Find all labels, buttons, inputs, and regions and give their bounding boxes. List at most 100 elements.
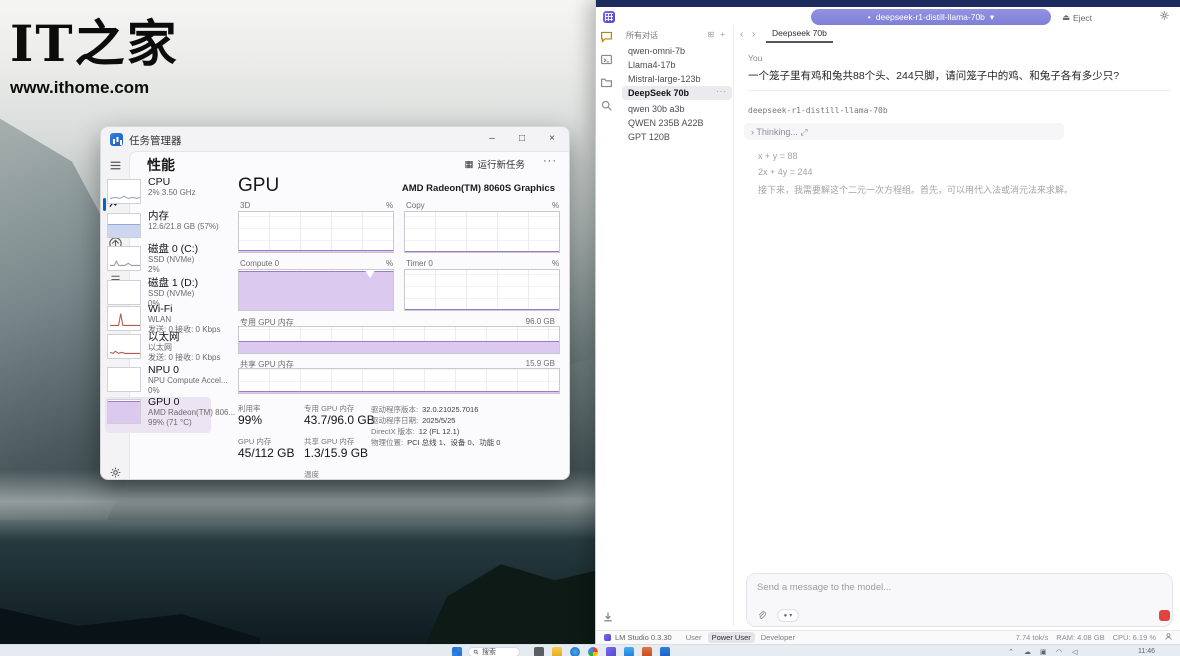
gpu-panel-title: GPU bbox=[238, 175, 279, 197]
ram-usage: RAM: 4.08 GB bbox=[1056, 633, 1104, 642]
app-version: LM Studio 0.3.30 bbox=[615, 633, 672, 642]
chat-item-more-icon[interactable]: ··· bbox=[716, 87, 727, 96]
expand-icon: ⤢ bbox=[800, 127, 807, 137]
mode-developer[interactable]: Developer bbox=[757, 632, 799, 643]
start-button[interactable] bbox=[452, 647, 462, 656]
tray-network-icon[interactable]: ◠ bbox=[1056, 648, 1062, 656]
chart-unit: % bbox=[386, 259, 393, 268]
wallpaper-mist bbox=[0, 470, 600, 540]
nav-back-icon[interactable]: ‹ bbox=[740, 29, 743, 40]
settings-gear-icon[interactable] bbox=[1159, 10, 1170, 24]
mode-power-user[interactable]: Power User bbox=[708, 632, 755, 643]
developer-tab-icon[interactable] bbox=[600, 53, 615, 68]
taskbar-search[interactable]: 搜索 bbox=[468, 647, 520, 656]
task-view-icon[interactable] bbox=[534, 647, 544, 656]
lm-studio-statusbar: LM Studio 0.3.30 User Power User Develop… bbox=[596, 630, 1180, 644]
message-input[interactable] bbox=[755, 580, 1155, 604]
file-explorer-icon[interactable] bbox=[552, 647, 562, 656]
attach-paperclip-icon[interactable] bbox=[757, 610, 767, 624]
composer-options-button[interactable]: ●▾ bbox=[777, 609, 799, 622]
maximize-button[interactable]: □ bbox=[507, 128, 537, 150]
app-icon-blue[interactable] bbox=[624, 647, 634, 656]
detail-physical-location: 物理位置:PCI 总线 1、设备 0、功能 0 bbox=[371, 437, 500, 448]
screen: IT之家 www.ithome.com 任务管理器 – □ × bbox=[0, 0, 1180, 656]
discover-search-icon[interactable] bbox=[600, 99, 615, 114]
perf-item-ethernet[interactable]: 以太网 以太网 发送: 0 接收: 0 Kbps bbox=[107, 332, 207, 365]
tray-chevron-up-icon[interactable]: ⌃ bbox=[1008, 648, 1014, 656]
disk1-mini-chart bbox=[107, 280, 141, 305]
chevron-down-icon: ▾ bbox=[990, 12, 994, 23]
lm-studio-window: • deepseek-r1-distill-llama-70b ▾ ⏏ Ejec… bbox=[595, 0, 1180, 644]
chat-list-item[interactable]: QWEN 235B A22B bbox=[628, 117, 728, 129]
lm-studio-titlebar[interactable] bbox=[596, 0, 1180, 7]
thinking-line: 接下来，我需要解这个二元一次方程组。首先，可以用代入法或消元法来求解。 bbox=[758, 183, 1073, 196]
chats-panel: 所有对话 ⊞ + qwen-omni-7b Llama4-17b Mistral… bbox=[618, 26, 734, 626]
thinking-line: 2x + 4y = 244 bbox=[758, 167, 813, 177]
chat-list-item[interactable]: GPT 120B bbox=[628, 131, 728, 143]
task-manager-titlebar[interactable]: 任务管理器 – □ × bbox=[101, 127, 569, 151]
tray-shield-icon[interactable]: ▣ bbox=[1040, 648, 1047, 656]
cpu-mini-chart bbox=[107, 179, 141, 204]
my-models-folder-icon[interactable] bbox=[600, 76, 615, 91]
gpu-mini-chart bbox=[107, 399, 141, 424]
eject-icon: ⏏ bbox=[1062, 12, 1070, 23]
tray-volume-icon[interactable]: ◁ bbox=[1072, 648, 1077, 656]
eject-model-button[interactable]: ⏏ Eject bbox=[1062, 12, 1092, 23]
loaded-model-pill[interactable]: • deepseek-r1-distill-llama-70b ▾ bbox=[811, 9, 1051, 25]
run-new-task-button[interactable]: ▦ 运行新任务 bbox=[459, 155, 532, 173]
edge-browser-icon[interactable] bbox=[570, 647, 580, 656]
app-icon-orange[interactable] bbox=[642, 647, 652, 656]
tab-deepseek-70b[interactable]: Deepseek 70b bbox=[766, 27, 833, 43]
chart-label-3d: 3D bbox=[240, 201, 250, 210]
perf-item-npu[interactable]: NPU 0 NPU Compute Accel... 0% bbox=[107, 365, 207, 398]
perf-item-gpu-selected[interactable]: GPU 0 AMD Radeon(TM) 806... 99% (71 °C) bbox=[105, 397, 211, 433]
tray-onedrive-icon[interactable]: ☁ bbox=[1024, 648, 1031, 656]
chat-list-item[interactable]: Llama4-17b bbox=[628, 59, 728, 71]
taskbar: 搜索 ⌃ ☁ ▣ ◠ ◁ 11:46 bbox=[0, 644, 1180, 656]
model-bolt-icon: • bbox=[868, 12, 871, 22]
detail-driver-version: 驱动程序版本:32.0.21025.7016 bbox=[371, 404, 478, 415]
mode-user[interactable]: User bbox=[682, 632, 706, 643]
gpu-copy-chart bbox=[404, 211, 560, 253]
settings-gear-icon[interactable] bbox=[101, 466, 129, 480]
window-title: 任务管理器 bbox=[129, 133, 182, 148]
minimize-button[interactable]: – bbox=[477, 128, 507, 150]
lm-studio-logo-icon bbox=[603, 11, 615, 23]
chat-list-item[interactable]: qwen-omni-7b bbox=[628, 45, 728, 57]
downloads-icon[interactable] bbox=[602, 611, 614, 626]
thinking-line: x + y = 88 bbox=[758, 151, 798, 161]
stop-generation-button[interactable] bbox=[1159, 610, 1170, 621]
chat-list-item[interactable]: qwen 30b a3b bbox=[628, 103, 728, 115]
detail-directx-version: DirectX 版本:12 (FL 12.1) bbox=[371, 426, 459, 437]
dedicated-memory-max: 96.0 GB bbox=[526, 317, 555, 326]
chat-tab-icon[interactable] bbox=[600, 30, 615, 45]
close-button[interactable]: × bbox=[537, 128, 567, 150]
thinking-header[interactable]: › Thinking... ⤢ bbox=[751, 127, 808, 138]
stat-label-shared: 共享 GPU 内存 bbox=[304, 437, 354, 446]
user-profile-icon[interactable] bbox=[1164, 632, 1173, 643]
gpu-shared-memory-chart bbox=[238, 368, 560, 394]
stat-value-shared: 1.3/15.9 GB bbox=[304, 446, 368, 461]
stat-value-dedicated: 43.7/96.0 GB bbox=[304, 413, 375, 428]
lm-studio-taskbar-icon[interactable] bbox=[606, 647, 616, 656]
ithome-logo: IT之家 bbox=[10, 12, 179, 76]
taskbar-clock[interactable]: 11:46 bbox=[1138, 648, 1155, 655]
stat-value-temperature: 71 °C bbox=[304, 479, 334, 480]
chat-list-item[interactable]: Mistral-large-123b bbox=[628, 73, 728, 85]
chats-panel-tools[interactable]: ⊞ + bbox=[707, 30, 727, 39]
perf-item-disk0[interactable]: 磁盘 0 (C:) SSD (NVMe) 2% bbox=[107, 244, 207, 277]
perf-item-memory[interactable]: 内存 12.6/21.8 GB (57%) bbox=[107, 211, 207, 244]
window-controls: – □ × bbox=[477, 128, 567, 150]
gpu-timer0-chart bbox=[404, 269, 560, 311]
shared-memory-max: 15.9 GB bbox=[526, 359, 555, 368]
perf-item-cpu[interactable]: CPU 2% 3.50 GHz bbox=[107, 177, 207, 210]
stat-label-dedicated: 专用 GPU 内存 bbox=[304, 404, 354, 413]
more-options-icon[interactable]: ··· bbox=[543, 155, 557, 167]
chrome-browser-icon[interactable] bbox=[588, 647, 598, 656]
assistant-model-name: deepseek-r1-distill-llama-70b bbox=[748, 106, 888, 115]
ithome-url: www.ithome.com bbox=[10, 78, 179, 98]
task-manager-taskbar-icon[interactable] bbox=[660, 647, 670, 656]
nav-forward-icon[interactable]: › bbox=[752, 29, 755, 40]
hamburger-menu-icon[interactable] bbox=[101, 159, 129, 177]
chat-list-item-selected[interactable]: DeepSeek 70b ··· bbox=[622, 86, 732, 100]
